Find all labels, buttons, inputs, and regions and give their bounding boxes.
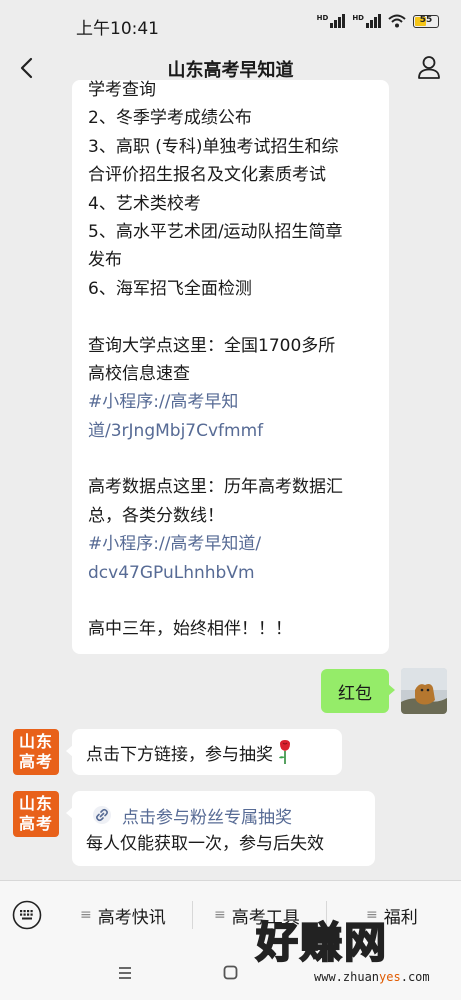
person-icon[interactable] [415, 53, 443, 81]
home-icon[interactable] [223, 965, 238, 980]
message-line: 学考查询 [88, 80, 156, 100]
message-line: 发布 [88, 250, 122, 271]
wifi-icon [388, 14, 406, 28]
menu-item-gaokao-news[interactable]: ≡ 高考快讯 [80, 902, 166, 928]
message-line[interactable]: #小程序://高考早知道/ [88, 530, 381, 558]
rose-icon [279, 740, 290, 764]
message-line: 高考数据点这里：历年高考数据汇 [88, 477, 343, 498]
status-indicators: HD HD 55 [317, 14, 439, 28]
watermark-brand: 好赚网 [255, 917, 389, 968]
message-bubble-article[interactable]: 学考查询 2、冬季学考成绩公布 3、高职 (专科)单独考试招生和综 合评价招生报名及文… [72, 80, 389, 654]
avatar-official-account[interactable]: 山东 高考 [13, 791, 59, 837]
message-line: 查询大学点这里：全国1700多所 [88, 335, 336, 356]
message-bubble-link: 点击参与粉丝专属抽奖 每人仅能获取一次，参与后失效 [66, 791, 375, 866]
avatar-text-bottom: 高考 [18, 814, 53, 833]
link-description: 每人仅能获取一次，参与后失效 [86, 834, 324, 854]
message-line: 2、冬季学考成绩公布 [88, 108, 252, 129]
status-time: 上午10:41 [76, 19, 159, 39]
message-line: 5、高水平艺术团/运动队招生简章 [88, 221, 343, 242]
message-line: 高中三年，始终相伴！！！ [88, 619, 292, 640]
message-line: 4、艺术类校考 [88, 193, 201, 214]
signal-1-icon: HD [317, 14, 346, 28]
message-line: 合评价招生报名及文化素质考试 [88, 165, 326, 186]
chat-title: 山东高考早知道 [167, 60, 294, 81]
message-line[interactable]: #小程序://高考早知 [88, 388, 381, 416]
avatar-self[interactable] [401, 668, 447, 714]
message-line[interactable]: 道/3rJngMbj7Cvfmmf [88, 417, 381, 445]
keyboard-icon[interactable] [12, 900, 42, 930]
watermark-url: www.zhuanyes.com [314, 970, 430, 984]
menu-item-label: 高考快讯 [97, 907, 166, 928]
avatar-official-account[interactable]: 山东 高考 [13, 729, 59, 775]
signal-2-icon: HD [352, 14, 381, 28]
menu-list-icon: ≡ [214, 907, 226, 923]
recents-icon[interactable] [118, 966, 132, 980]
watermark: 好赚网 www.zhuanyes.com [255, 917, 456, 993]
lottery-text: 点击下方链接，参与抽奖 [86, 744, 273, 765]
avatar-text-top: 山东 [18, 794, 53, 813]
menu-divider [192, 901, 193, 929]
battery-level: 55 [419, 14, 433, 25]
message-text: 学考查询 2、冬季学考成绩公布 3、高职 (专科)单独考试招生和综 合评价招生报名及文… [88, 80, 381, 644]
message-bubble-lottery[interactable]: 点击下方链接，参与抽奖 [66, 729, 342, 775]
link-text: 点击参与粉丝专属抽奖 [122, 807, 292, 828]
link-icon [93, 806, 111, 824]
message-line: 总，各类分数线！ [88, 505, 224, 526]
avatar-text-top: 山东 [18, 732, 53, 751]
red-packet-text: 红包 [338, 683, 372, 704]
message-line[interactable]: dcv47GPuLhnhbVm [88, 559, 381, 587]
battery-icon: 55 [413, 14, 439, 28]
lottery-link[interactable]: 点击参与粉丝专属抽奖 [86, 801, 361, 829]
status-bar: 上午10:41 HD HD 55 [0, 0, 461, 48]
avatar-text-bottom: 高考 [18, 752, 53, 771]
message-line: 6、海军招飞全面检测 [88, 278, 252, 299]
dog-photo-icon [401, 668, 447, 714]
message-line: 高校信息速查 [88, 363, 190, 384]
menu-list-icon: ≡ [80, 907, 92, 923]
message-line: 3、高职 (专科)单独考试招生和综 [88, 136, 339, 157]
message-bubble-red-packet[interactable]: 红包 [321, 669, 395, 713]
